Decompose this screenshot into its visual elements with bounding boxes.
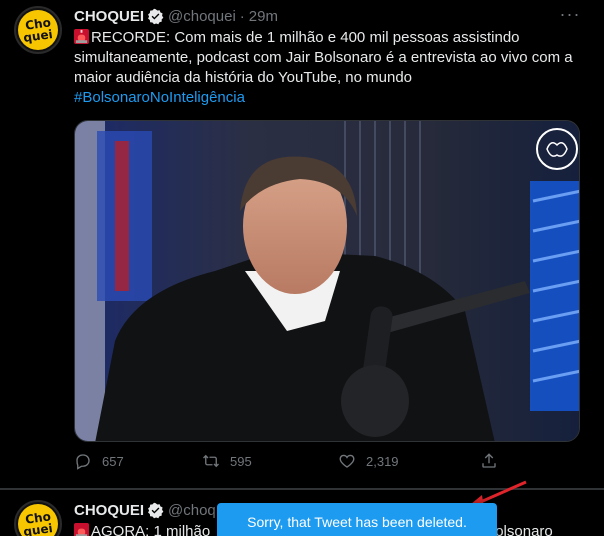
tweet-body: RECORDE: Com mais de 1 milhão e 400 mil …: [74, 29, 573, 86]
tweet[interactable]: Cho quei CHOQUEI @choquei · 29m ··· RECO…: [0, 0, 604, 489]
like-count: 2,319: [366, 453, 399, 469]
reply-icon: [76, 454, 90, 470]
author-handle[interactable]: @choq: [168, 502, 216, 519]
avatar[interactable]: Cho quei: [14, 6, 62, 54]
tweet-video[interactable]: [74, 120, 580, 442]
author-name[interactable]: CHOQUEI: [74, 8, 144, 25]
retweet-button[interactable]: 595: [202, 452, 252, 470]
more-horizontal-icon[interactable]: ···: [558, 5, 582, 28]
reply-count: 657: [102, 453, 124, 469]
toast-notification: Sorry, that Tweet has been deleted.: [217, 503, 497, 536]
rotating-light-emoji: [74, 29, 89, 44]
tweet-text: RECORDE: Com mais de 1 milhão e 400 mil …: [74, 28, 582, 108]
tweet-header: CHOQUEI @choquei · 29m: [74, 6, 278, 26]
video-frame: [75, 121, 579, 441]
tweet-body-start: AGORA: 1 milhão: [91, 523, 211, 536]
separator: ·: [239, 7, 245, 25]
hashtag-link[interactable]: #BolsonaroNoInteligência: [74, 89, 245, 106]
author-name[interactable]: CHOQUEI: [74, 502, 144, 519]
reply-button[interactable]: 657: [74, 452, 124, 470]
verified-badge-icon: [148, 8, 164, 24]
avatar-logo: Cho quei: [18, 504, 58, 536]
retweet-icon: [203, 454, 219, 468]
avatar[interactable]: Cho quei: [14, 500, 62, 536]
avatar-logo-line2: quei: [22, 27, 54, 45]
rotating-light-emoji: [74, 523, 89, 536]
share-icon: [482, 453, 496, 468]
tweet-body-end: olsonaro: [495, 523, 553, 536]
retweet-count: 595: [230, 453, 252, 469]
timestamp[interactable]: 29m: [249, 8, 278, 25]
tweet-actions: 657 595 2,319: [74, 452, 504, 476]
verified-badge-icon: [148, 502, 164, 518]
heart-icon: [339, 454, 355, 468]
like-button[interactable]: 2,319: [338, 452, 399, 470]
tweet-header: CHOQUEI @choq: [74, 500, 216, 520]
avatar-logo: Cho quei: [18, 10, 58, 50]
share-button[interactable]: [480, 452, 508, 470]
author-handle[interactable]: @choquei: [168, 8, 236, 25]
